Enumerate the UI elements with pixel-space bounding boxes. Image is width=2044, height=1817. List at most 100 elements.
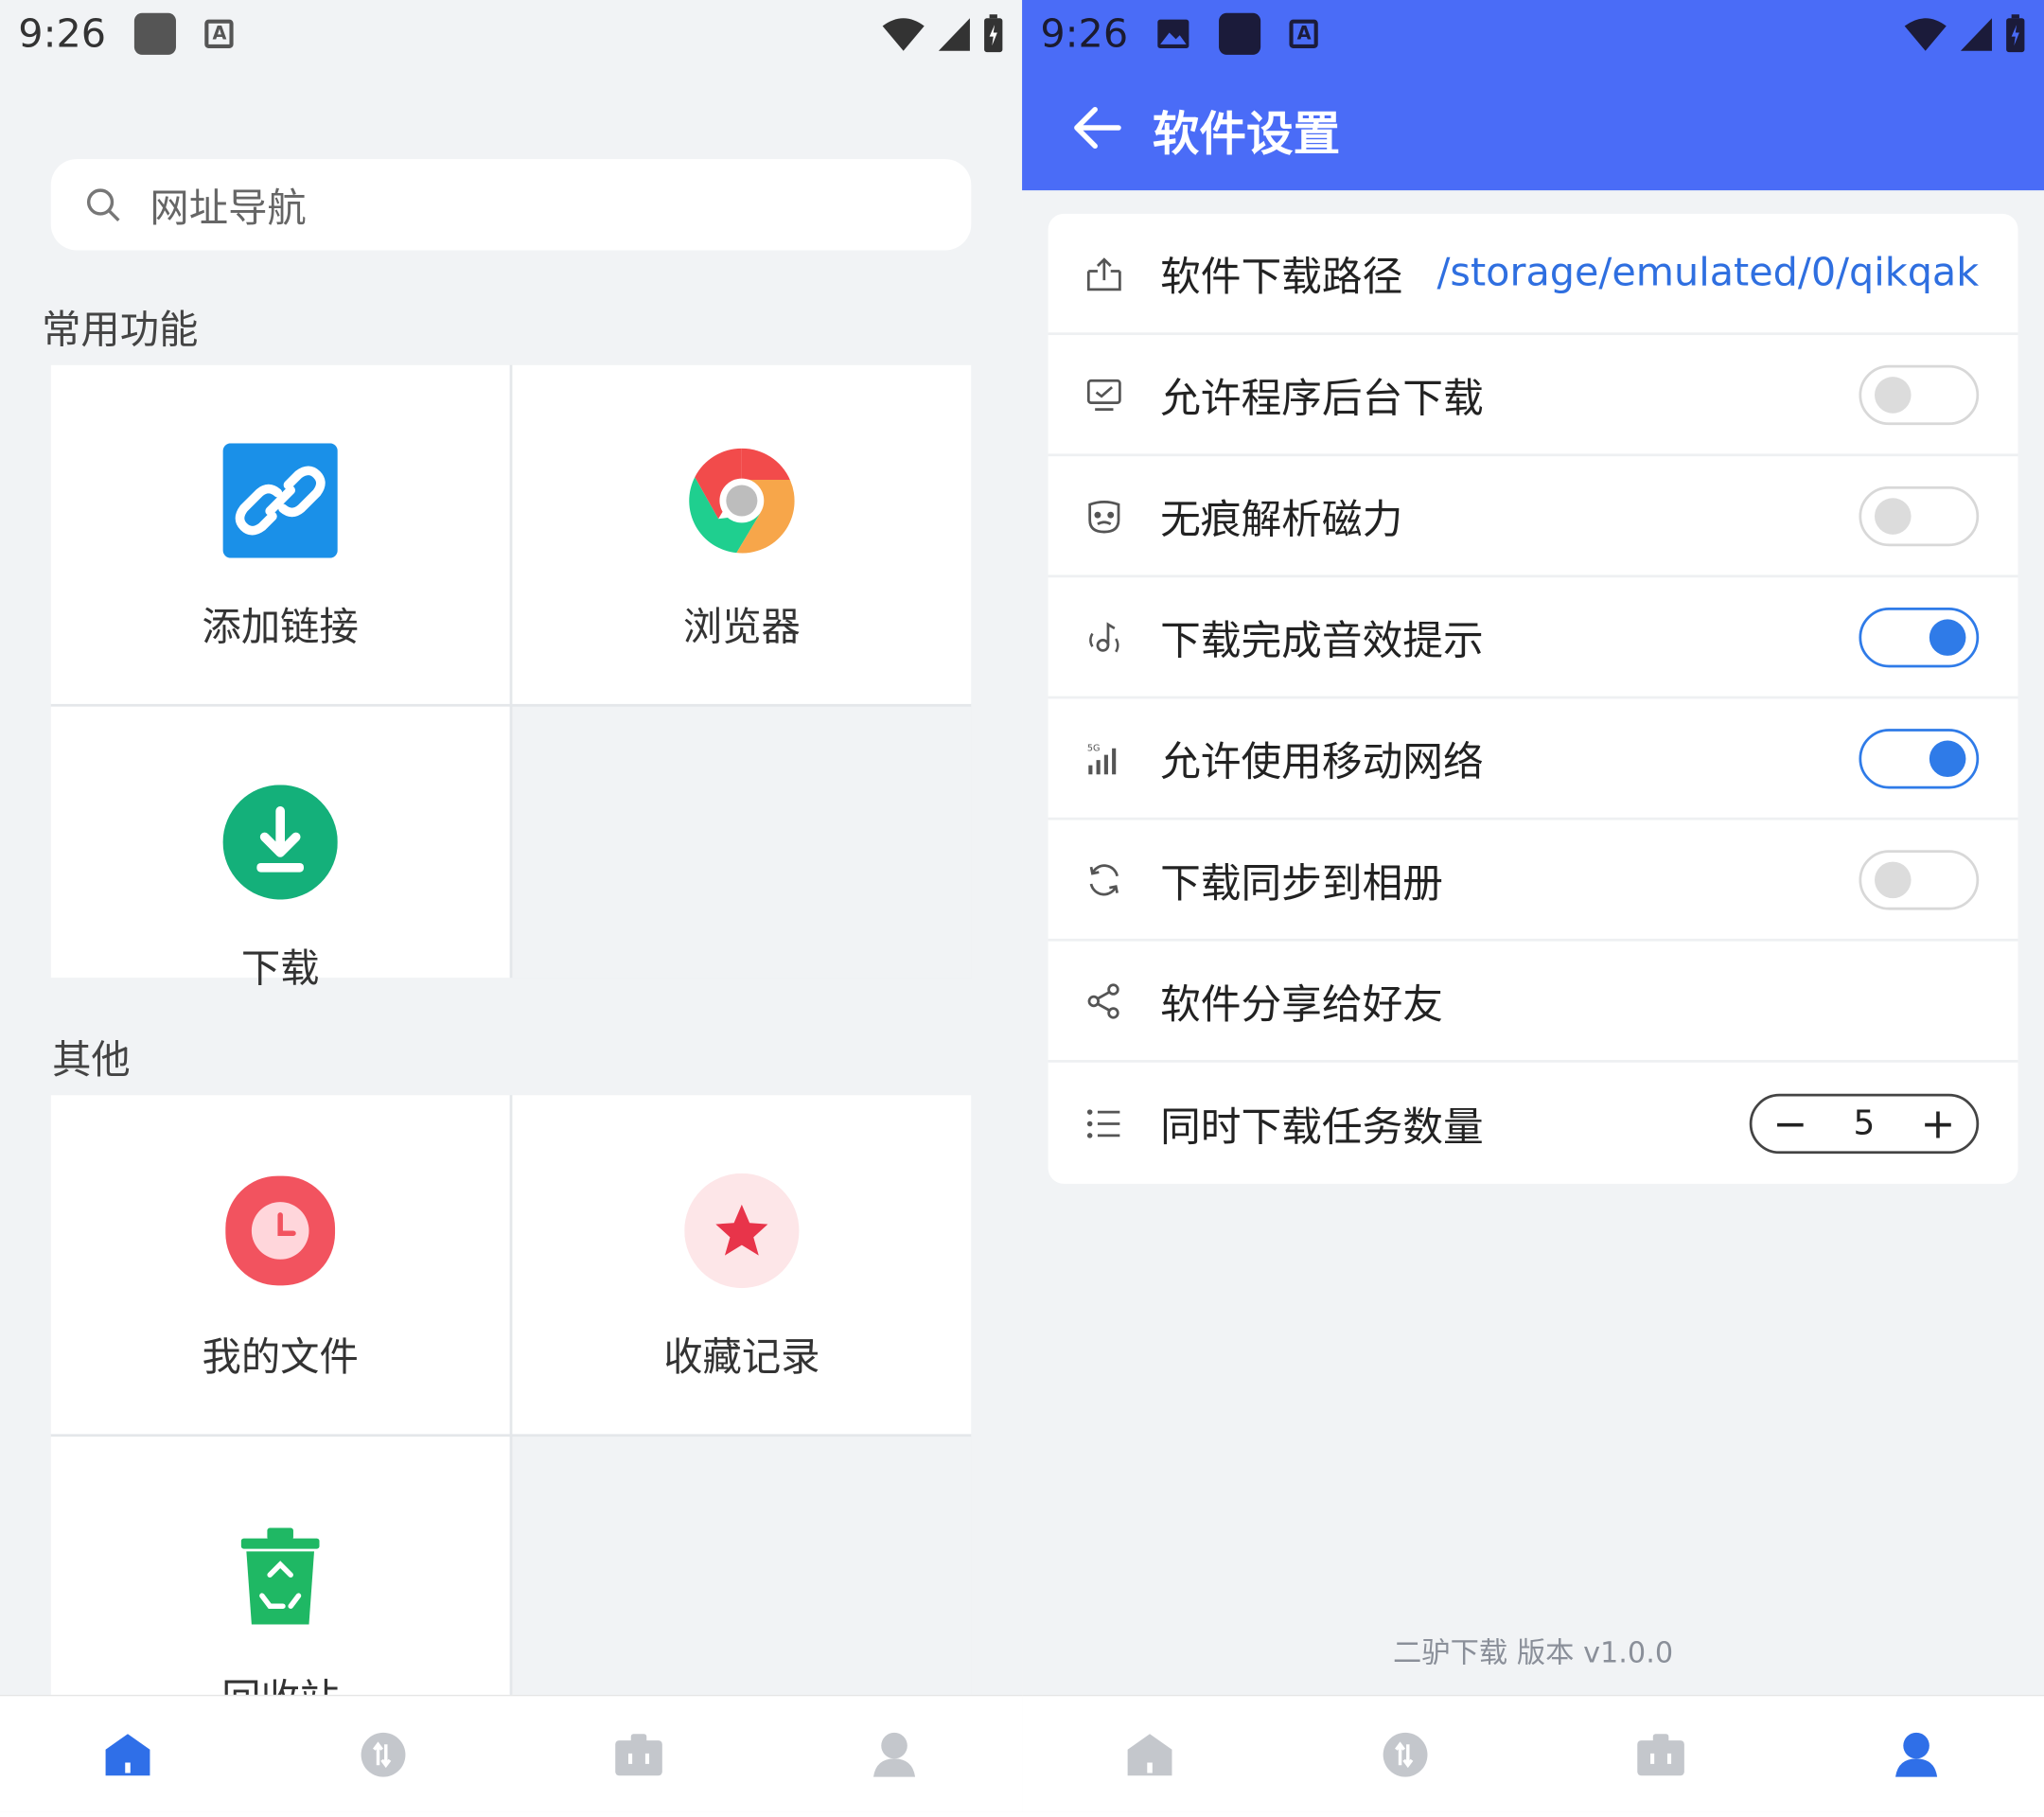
transfer-icon [1383, 1732, 1428, 1776]
nav-home[interactable] [101, 1728, 153, 1780]
toggle-knob [1929, 618, 1966, 656]
keyboard-notification-icon: A [204, 19, 235, 48]
setting-label: 允许程序后台下载 [1160, 375, 1484, 423]
tile-download[interactable]: 下载 [50, 706, 510, 992]
tile-label-my-files: 我的文件 [202, 1334, 359, 1381]
section-title-common: 常用功能 [42, 308, 199, 354]
star-icon [684, 1173, 800, 1289]
nav-profile[interactable] [1891, 1728, 1943, 1780]
grid-empty-cell [512, 706, 972, 979]
incognito-mask-icon [1084, 496, 1123, 535]
wifi-icon [882, 18, 925, 51]
tile-favorites[interactable]: 收藏记录 [512, 1095, 972, 1435]
back-arrow-icon[interactable] [1071, 101, 1123, 153]
app-notification-icon [1219, 12, 1261, 55]
toggle-knob [1874, 497, 1912, 535]
image-notification-icon [1157, 19, 1189, 48]
search-bar[interactable]: 网址导航 [50, 159, 972, 251]
setting-label: 无痕解析磁力 [1160, 496, 1403, 544]
tile-label-add-link: 添加链接 [202, 605, 359, 651]
sync-to-album-toggle[interactable] [1859, 849, 1980, 909]
decrement-button[interactable]: − [1773, 1103, 1808, 1144]
concurrent-tasks-value: 5 [1853, 1103, 1876, 1143]
app-notification-icon [134, 12, 177, 55]
status-icons [881, 14, 1003, 53]
setting-label: 同时下载任务数量 [1160, 1103, 1484, 1152]
tile-label-browser: 浏览器 [682, 605, 801, 651]
nav-toolbox[interactable] [1635, 1728, 1687, 1780]
screenshot-canvas: 9:26 A 网址导航 常用功能 添加链接 浏览器 下载 其他 我的文件 收藏记… [0, 0, 2044, 1812]
bottom-navigation [1022, 1694, 2044, 1812]
tile-browser[interactable]: 浏览器 [512, 364, 972, 704]
cellular-5g-icon: 5G [1084, 738, 1123, 777]
battery-icon [984, 14, 1003, 53]
setting-incognito-magnet: 无痕解析磁力 [1048, 456, 2018, 578]
list-icon [1084, 1103, 1123, 1142]
settings-list: 软件下载路径 /storage/emulated/0/qikqak 允许程序后台… [1048, 213, 2018, 1184]
setting-background-download: 允许程序后台下载 [1048, 335, 2018, 457]
transfer-icon [361, 1732, 406, 1776]
clock-icon [223, 1173, 338, 1288]
toggle-knob [1874, 860, 1912, 898]
home-icon [105, 1733, 150, 1775]
home-icon [1127, 1733, 1172, 1775]
tile-label-download: 下载 [240, 946, 320, 993]
nav-profile[interactable] [868, 1728, 920, 1780]
app-bar: 9:26 A 软件设置 [1022, 0, 2044, 191]
status-time: 9:26 [1040, 10, 1129, 57]
bottom-navigation [0, 1694, 1023, 1812]
link-icon [222, 443, 338, 558]
sync-icon [1084, 860, 1123, 899]
increment-button[interactable]: + [1920, 1103, 1955, 1144]
signal-icon [938, 18, 970, 51]
recycle-bin-icon [223, 1515, 338, 1630]
setting-mobile-network: 5G 允许使用移动网络 [1048, 698, 2018, 820]
background-download-toggle[interactable] [1859, 364, 1980, 425]
nav-transfer[interactable] [357, 1728, 409, 1780]
share-icon [1084, 981, 1123, 1020]
browser-icon [684, 443, 799, 557]
svg-text:5G: 5G [1087, 743, 1101, 753]
status-icons [1903, 14, 2025, 53]
setting-label: 软件下载路径 [1160, 254, 1403, 302]
mobile-network-toggle[interactable] [1859, 728, 1980, 788]
section-title-other: 其他 [52, 1037, 131, 1084]
version-label: 二驴下载 版本 v1.0.0 [1392, 1637, 1674, 1670]
user-icon [872, 1732, 916, 1776]
concurrent-tasks-stepper: − 5 + [1749, 1093, 1980, 1154]
tile-label-favorites: 收藏记录 [663, 1334, 820, 1381]
setting-share-app[interactable]: 软件分享给好友 [1048, 942, 2018, 1063]
page-title: 软件设置 [1152, 108, 1341, 162]
download-path-value: /storage/emulated/0/qikqak [1436, 250, 1980, 296]
common-functions-grid: 添加链接 浏览器 下载 [50, 364, 972, 992]
download-icon [222, 785, 338, 900]
sound-on-complete-toggle[interactable] [1859, 607, 1980, 667]
tile-add-link[interactable]: 添加链接 [50, 364, 510, 704]
nav-toolbox[interactable] [612, 1728, 664, 1780]
tile-my-files[interactable]: 我的文件 [50, 1095, 510, 1435]
signal-icon [1960, 18, 1992, 51]
other-functions-grid: 我的文件 收藏记录 回收站 [50, 1095, 972, 1776]
search-placeholder: 网址导航 [150, 185, 307, 233]
setting-sound-on-complete: 下载完成音效提示 [1048, 577, 2018, 699]
status-bar: 9:26 A [0, 0, 1022, 68]
status-bar: 9:26 A [1022, 0, 2044, 68]
toggle-knob [1929, 739, 1966, 777]
setting-label: 允许使用移动网络 [1160, 739, 1484, 786]
setting-label: 下载完成音效提示 [1160, 617, 1484, 665]
toolbox-icon [1637, 1733, 1684, 1775]
incognito-magnet-toggle[interactable] [1859, 485, 1980, 546]
monitor-check-icon [1084, 375, 1123, 414]
nav-transfer[interactable] [1380, 1728, 1432, 1780]
user-icon [1895, 1732, 1938, 1776]
toggle-knob [1874, 376, 1912, 414]
battery-icon [2006, 14, 2025, 53]
search-icon [86, 188, 120, 222]
folder-upload-icon [1084, 254, 1123, 292]
keyboard-notification-icon: A [1289, 19, 1319, 48]
nav-home[interactable] [1123, 1728, 1175, 1780]
status-time: 9:26 [18, 10, 107, 57]
toolbox-icon [615, 1733, 662, 1775]
setting-download-path[interactable]: 软件下载路径 /storage/emulated/0/qikqak [1048, 214, 2018, 336]
setting-concurrent-tasks: 同时下载任务数量 − 5 + [1048, 1063, 2018, 1184]
